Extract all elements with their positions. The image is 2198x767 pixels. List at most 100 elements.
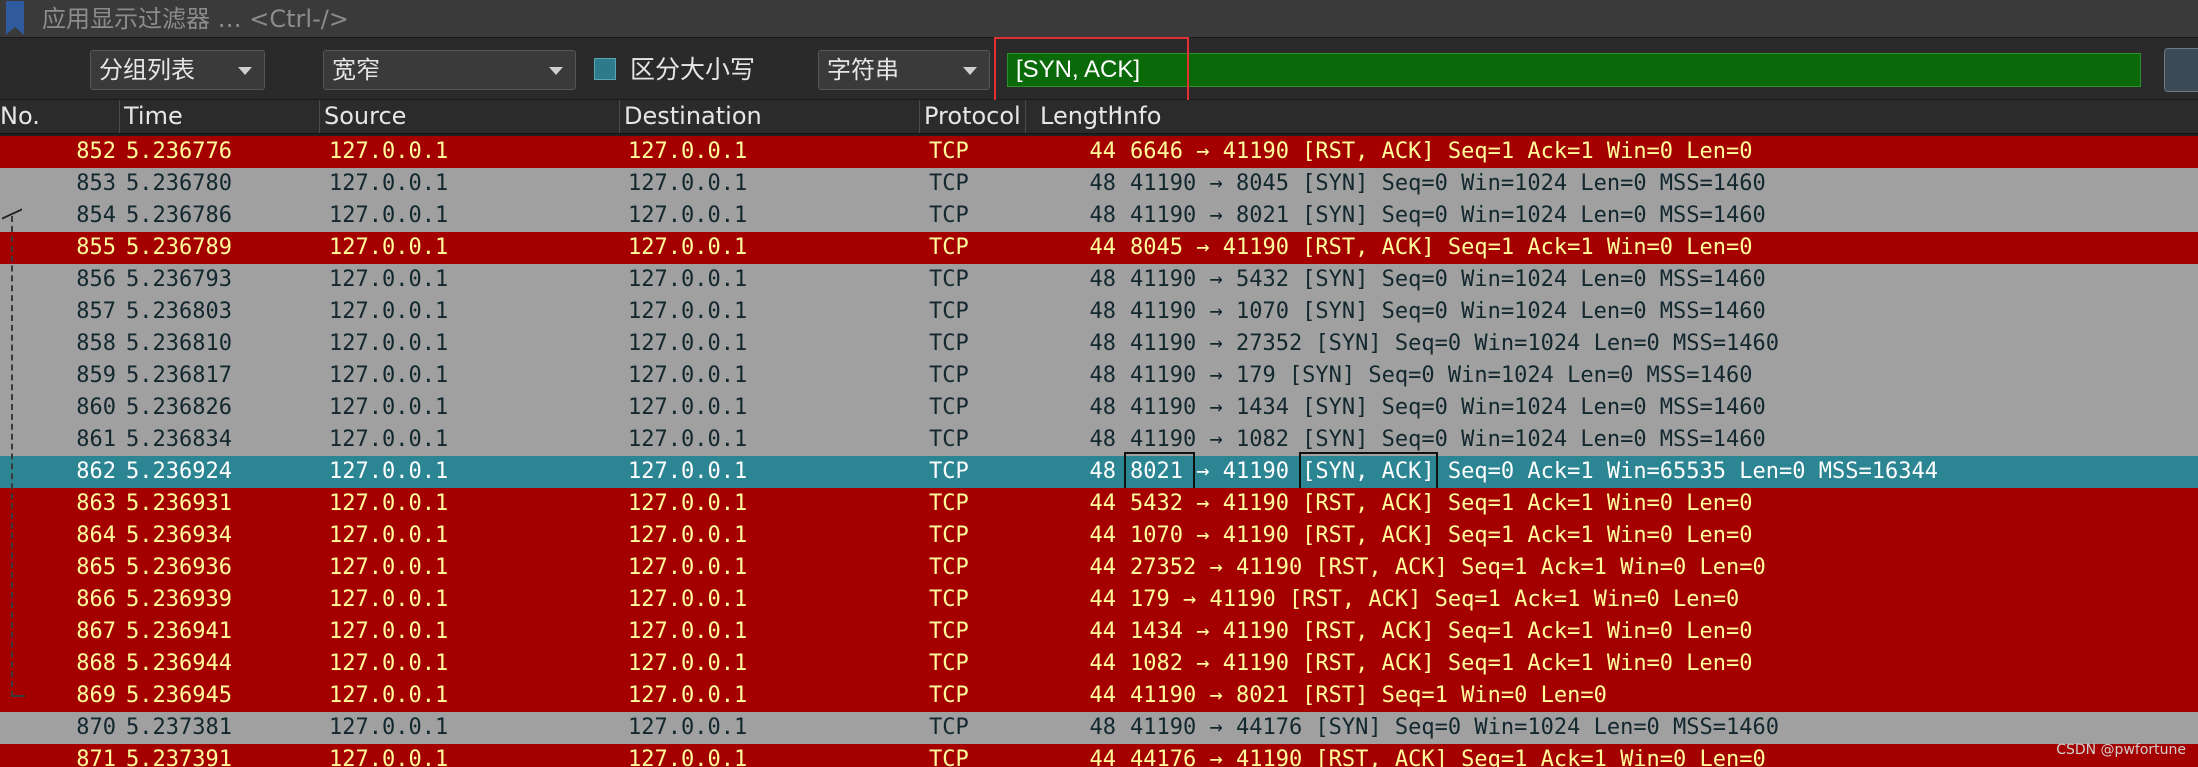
cell-time: 5.236936 xyxy=(126,555,232,580)
cell-length: 48 xyxy=(1089,299,1117,324)
bookmark-icon[interactable] xyxy=(6,1,24,35)
watermark: CSDN @pwfortune xyxy=(2056,742,2186,758)
cell-source: 127.0.0.1 xyxy=(329,299,449,324)
cell-no: 857 xyxy=(76,299,116,324)
table-row[interactable]: 859 5.236817 127.0.0.1 127.0.0.1 TCP 48 41190 … xyxy=(0,360,2198,392)
cell-source: 127.0.0.1 xyxy=(329,427,449,452)
table-row[interactable]: 871 5.237391 127.0.0.1 127.0.0.1 TCP 44 44176 … xyxy=(0,744,2198,767)
table-row[interactable]: 868 5.236944 127.0.0.1 127.0.0.1 TCP 44 1082 →… xyxy=(0,648,2198,680)
char-width-dropdown[interactable]: 宽窄 xyxy=(323,50,576,90)
cell-no: 856 xyxy=(76,267,116,292)
cell-protocol: TCP xyxy=(929,267,969,292)
cell-destination: 127.0.0.1 xyxy=(628,523,748,548)
search-input[interactable]: [SYN, ACK] xyxy=(1007,53,2141,87)
table-row[interactable]: 866 5.236939 127.0.0.1 127.0.0.1 TCP 44 179 → … xyxy=(0,584,2198,616)
table-row[interactable]: 853 5.236780 127.0.0.1 127.0.0.1 TCP 48 41190 … xyxy=(0,168,2198,200)
cell-source: 127.0.0.1 xyxy=(329,267,449,292)
cell-source: 127.0.0.1 xyxy=(329,139,449,164)
cell-time: 5.236944 xyxy=(126,651,232,676)
cell-time: 5.236793 xyxy=(126,267,232,292)
cell-protocol: TCP xyxy=(929,587,969,612)
cell-length: 48 xyxy=(1089,715,1117,740)
table-row[interactable]: 856 5.236793 127.0.0.1 127.0.0.1 TCP 48 41190 … xyxy=(0,264,2198,296)
column-header-info[interactable]: Info xyxy=(1114,100,2198,133)
table-row[interactable]: 863 5.236931 127.0.0.1 127.0.0.1 TCP 44 5432 →… xyxy=(0,488,2198,520)
cell-time: 5.236945 xyxy=(126,683,232,708)
column-header-source[interactable]: Source xyxy=(320,100,620,133)
table-row[interactable]: 855 5.236789 127.0.0.1 127.0.0.1 TCP 44 8045 →… xyxy=(0,232,2198,264)
table-row[interactable]: 867 5.236941 127.0.0.1 127.0.0.1 TCP 44 1434 →… xyxy=(0,616,2198,648)
table-row[interactable]: 861 5.236834 127.0.0.1 127.0.0.1 TCP 48 41190 … xyxy=(0,424,2198,456)
cell-time: 5.236934 xyxy=(126,523,232,548)
table-row[interactable]: 865 5.236936 127.0.0.1 127.0.0.1 TCP 44 27352 … xyxy=(0,552,2198,584)
column-header-time[interactable]: Time xyxy=(120,100,320,133)
cell-time: 5.236817 xyxy=(126,363,232,388)
cell-time: 5.236941 xyxy=(126,619,232,644)
packet-list[interactable]: 852 5.236776 127.0.0.1 127.0.0.1 TCP 44 6646 →… xyxy=(0,136,2198,767)
display-filter-bar[interactable]: 应用显示过滤器 … <Ctrl-/> xyxy=(0,0,2198,38)
table-row[interactable]: 854 5.236786 127.0.0.1 127.0.0.1 TCP 48 41190 … xyxy=(0,200,2198,232)
cell-no: 862 xyxy=(76,459,116,484)
cell-time: 5.236789 xyxy=(126,235,232,260)
case-sensitive-checkbox[interactable] xyxy=(594,58,616,80)
table-row[interactable]: 858 5.236810 127.0.0.1 127.0.0.1 TCP 48 41190 … xyxy=(0,328,2198,360)
search-in-dropdown[interactable]: 分组列表 xyxy=(90,50,265,90)
table-row[interactable]: 869 5.236945 127.0.0.1 127.0.0.1 TCP 44 41190 … xyxy=(0,680,2198,712)
cell-destination: 127.0.0.1 xyxy=(628,395,748,420)
cell-length: 44 xyxy=(1089,491,1117,516)
cell-protocol: TCP xyxy=(929,395,969,420)
search-in-value: 分组列表 xyxy=(99,56,195,84)
cell-info: 8021 → 41190 [SYN, ACK] Seq=0 Ack=1 Win=… xyxy=(1130,459,1938,484)
cell-time: 5.237391 xyxy=(126,747,232,767)
cell-info: 27352 → 41190 [RST, ACK] Seq=1 Ack=1 Win… xyxy=(1130,555,1766,580)
column-header-destination[interactable]: Destination xyxy=(620,100,920,133)
table-row[interactable]: 870 5.237381 127.0.0.1 127.0.0.1 TCP 48 41190 … xyxy=(0,712,2198,744)
cell-length: 48 xyxy=(1089,267,1117,292)
table-row[interactable]: 860 5.236826 127.0.0.1 127.0.0.1 TCP 48 41190 … xyxy=(0,392,2198,424)
cell-protocol: TCP xyxy=(929,139,969,164)
chevron-down-icon xyxy=(963,67,977,75)
search-type-value: 字符串 xyxy=(827,56,899,84)
cell-length: 44 xyxy=(1089,747,1117,767)
cell-length: 44 xyxy=(1089,555,1117,580)
cell-info: 41190 → 8021 [RST] Seq=1 Win=0 Len=0 xyxy=(1130,683,1607,708)
conversation-bracket xyxy=(11,216,13,697)
table-row[interactable]: 857 5.236803 127.0.0.1 127.0.0.1 TCP 48 41190 … xyxy=(0,296,2198,328)
column-header-protocol[interactable]: Protocol xyxy=(920,100,1026,133)
cell-source: 127.0.0.1 xyxy=(329,715,449,740)
cell-protocol: TCP xyxy=(929,747,969,767)
cell-length: 44 xyxy=(1089,587,1117,612)
column-header-length[interactable]: Length xyxy=(1036,100,1123,133)
cell-source: 127.0.0.1 xyxy=(329,555,449,580)
cell-time: 5.236803 xyxy=(126,299,232,324)
cell-info: 41190 → 1070 [SYN] Seq=0 Win=1024 Len=0 … xyxy=(1130,299,1766,324)
cell-no: 864 xyxy=(76,523,116,548)
cell-info: 1434 → 41190 [RST, ACK] Seq=1 Ack=1 Win=… xyxy=(1130,619,1753,644)
cell-no: 859 xyxy=(76,363,116,388)
cell-protocol: TCP xyxy=(929,555,969,580)
column-header-no[interactable]: No. xyxy=(0,100,120,133)
chevron-down-icon xyxy=(549,67,563,75)
cell-destination: 127.0.0.1 xyxy=(628,235,748,260)
case-sensitive-label: 区分大小写 xyxy=(630,55,756,84)
display-filter-input[interactable]: 应用显示过滤器 … <Ctrl-/> xyxy=(42,5,349,33)
find-button[interactable] xyxy=(2164,48,2198,92)
cell-no: 860 xyxy=(76,395,116,420)
cell-no: 861 xyxy=(76,427,116,452)
cell-info: 1070 → 41190 [RST, ACK] Seq=1 Ack=1 Win=… xyxy=(1130,523,1753,548)
cell-destination: 127.0.0.1 xyxy=(628,427,748,452)
cell-destination: 127.0.0.1 xyxy=(628,363,748,388)
search-type-dropdown[interactable]: 字符串 xyxy=(818,50,990,90)
cell-time: 5.236780 xyxy=(126,171,232,196)
table-row-selected[interactable]: 862 5.236924 127.0.0.1 127.0.0.1 TCP 48 8021 →… xyxy=(0,452,2198,490)
cell-destination: 127.0.0.1 xyxy=(628,651,748,676)
cell-protocol: TCP xyxy=(929,171,969,196)
table-row[interactable]: 864 5.236934 127.0.0.1 127.0.0.1 TCP 44 1070 →… xyxy=(0,520,2198,552)
cell-destination: 127.0.0.1 xyxy=(628,267,748,292)
cell-length: 48 xyxy=(1089,331,1117,356)
table-row[interactable]: 852 5.236776 127.0.0.1 127.0.0.1 TCP 44 6646 →… xyxy=(0,136,2198,168)
cell-source: 127.0.0.1 xyxy=(329,523,449,548)
cell-protocol: TCP xyxy=(929,651,969,676)
cell-destination: 127.0.0.1 xyxy=(628,619,748,644)
cell-length: 48 xyxy=(1089,427,1117,452)
